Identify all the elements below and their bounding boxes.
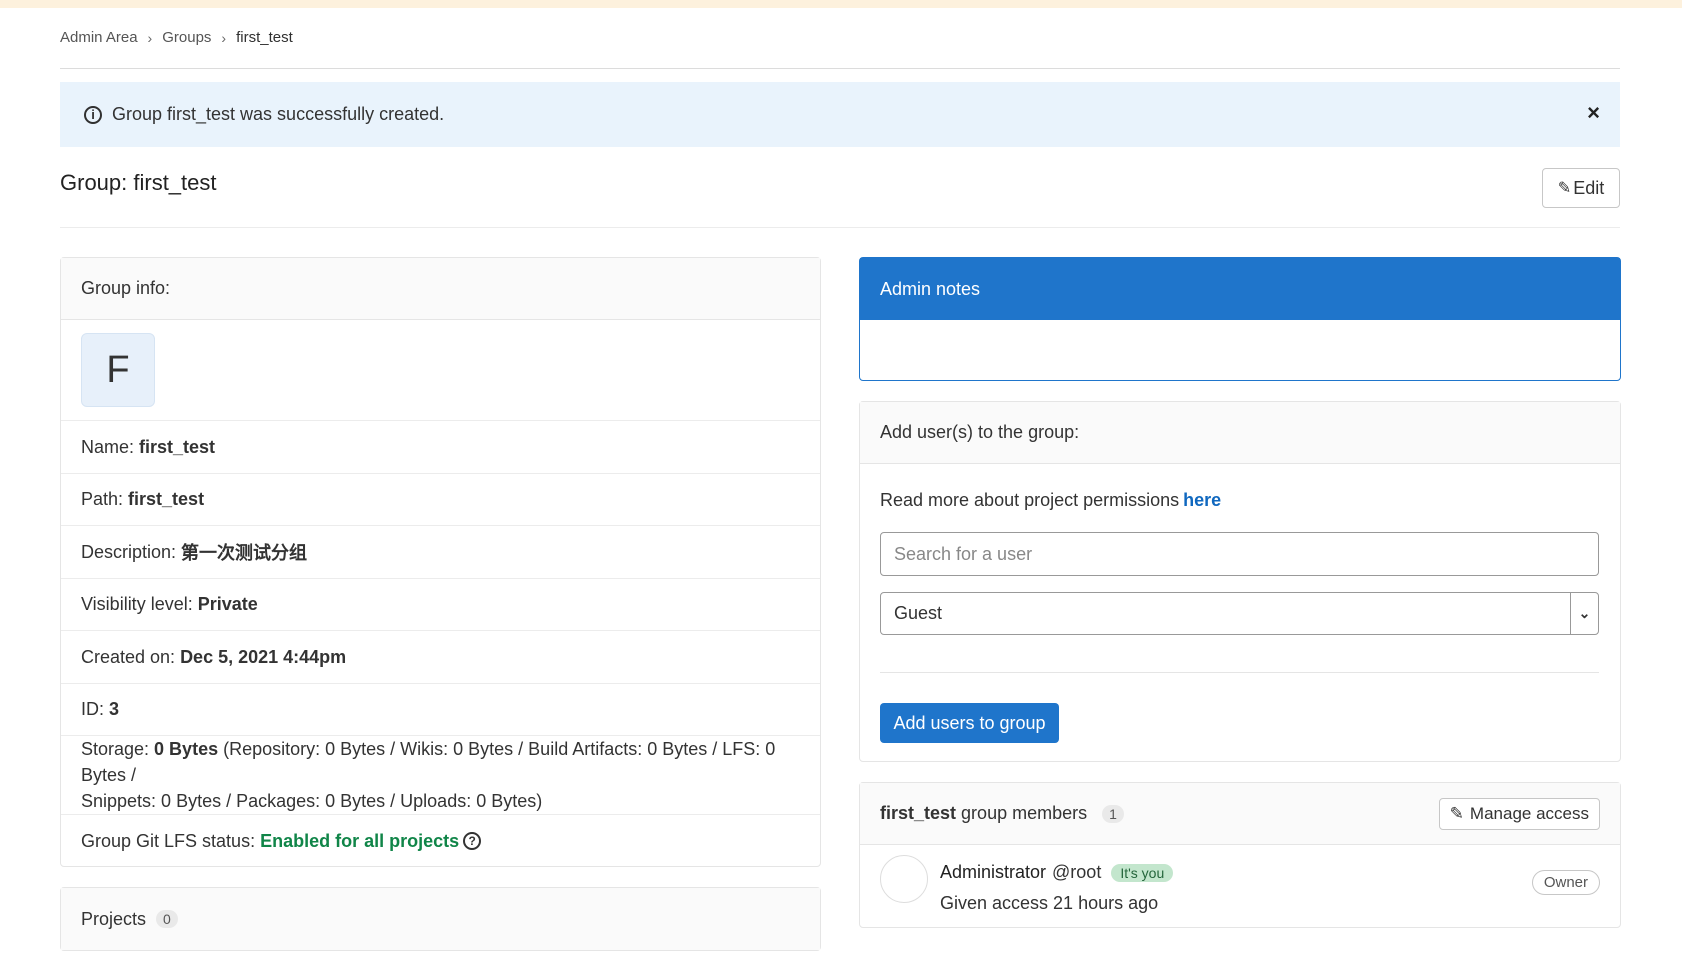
description-row: Description: 第一次测试分组 (61, 526, 820, 579)
its-you-badge: It's you (1111, 863, 1174, 882)
admin-notes-card: Admin notes (859, 257, 1621, 381)
chevron-right-icon: › (147, 29, 153, 46)
alert-message: Group first_test was successfully create… (112, 104, 445, 124)
add-users-button[interactable]: Add users to group (880, 703, 1059, 743)
path-label: Path: (81, 489, 124, 509)
member-name-line: Administrator @root It's you (940, 862, 1174, 883)
add-users-card: Add user(s) to the group: Read more abou… (859, 401, 1621, 762)
user-search-placeholder: Search for a user (894, 543, 1033, 564)
breadcrumb: Admin Area › Groups › first_test (60, 29, 293, 46)
success-alert: i Group first_test was successfully crea… (60, 82, 1620, 147)
divider (60, 68, 1620, 69)
lfs-value: Enabled for all projects (260, 830, 460, 851)
name-row: Name: first_test (61, 421, 820, 474)
storage-label: Storage: (81, 739, 150, 759)
storage-row: Storage: 0 Bytes (Repository: 0 Bytes / Wi… (61, 736, 820, 815)
edit-button-label: Edit (1573, 177, 1605, 198)
info-icon: i (84, 105, 102, 124)
lfs-row: Group Git LFS status: Enabled for all pro… (61, 815, 820, 867)
member-name[interactable]: Administrator (940, 862, 1046, 883)
visibility-row: Visibility level: Private (61, 579, 820, 631)
member-row: Administrator @root It's you Given acces… (860, 845, 1620, 929)
storage-value: 0 Bytes (154, 739, 219, 759)
members-count-badge: 1 (1102, 805, 1124, 823)
id-label: ID: (81, 699, 105, 719)
top-warning-bar (0, 0, 1682, 8)
storage-detail-continued: Snippets: 0 Bytes / Packages: 0 Bytes / … (81, 791, 543, 811)
members-header-suffix: group members (961, 803, 1088, 823)
created-label: Created on: (81, 646, 176, 667)
lfs-label: Group Git LFS status: (81, 830, 256, 851)
id-value: 3 (109, 699, 120, 719)
members-group-name: first_test (880, 803, 957, 823)
projects-card: Projects 0 (60, 887, 821, 951)
visibility-label: Visibility level: (81, 594, 193, 614)
close-icon[interactable]: × (1587, 100, 1600, 126)
group-avatar-row: F (61, 320, 820, 421)
group-info-card: Group info: F Name: first_test Path: first… (60, 257, 821, 867)
description-label: Description: (81, 541, 177, 562)
path-value: first_test (128, 489, 205, 509)
page-title: Group: first_test (60, 170, 217, 195)
edit-icon: ✎ (1449, 803, 1464, 823)
created-row: Created on: Dec 5, 2021 4:44pm (61, 631, 820, 684)
id-row: ID: 3 (61, 684, 820, 736)
role-select-value: Guest (894, 603, 943, 623)
breadcrumb-groups[interactable]: Groups (162, 29, 211, 46)
projects-label: Projects (81, 908, 147, 929)
add-users-header: Add user(s) to the group: (860, 402, 1620, 464)
projects-header: Projects 0 (61, 888, 820, 950)
chevron-right-icon: › (221, 29, 227, 46)
visibility-value: Private (197, 594, 258, 614)
permissions-link[interactable]: here (1183, 490, 1221, 510)
role-select[interactable]: Guest ⌄ (880, 592, 1599, 635)
member-access-time: Given access 21 hours ago (940, 893, 1159, 913)
divider (60, 227, 1620, 228)
avatar[interactable] (880, 855, 928, 903)
divider (880, 672, 1599, 673)
name-label: Name: (81, 436, 135, 457)
chevron-down-icon: ⌄ (1570, 593, 1598, 634)
member-username: @root (1052, 862, 1102, 882)
user-search-input[interactable]: Search for a user (880, 532, 1599, 576)
breadcrumb-current[interactable]: first_test (236, 29, 293, 46)
role-badge: Owner (1531, 870, 1600, 895)
admin-notes-header: Admin notes (860, 258, 1620, 320)
help-icon[interactable]: ? (463, 832, 482, 850)
group-avatar: F (81, 333, 155, 407)
created-value: Dec 5, 2021 4:44pm (180, 646, 347, 667)
group-info-header: Group info: (61, 258, 820, 320)
edit-icon: ✎ (1557, 180, 1572, 197)
manage-access-label: Manage access (1469, 803, 1589, 823)
manage-access-button[interactable]: ✎ Manage access (1438, 797, 1600, 830)
name-value: first_test (139, 436, 216, 457)
description-value: 第一次测试分组 (181, 543, 308, 563)
projects-count-badge: 0 (156, 910, 178, 928)
path-row: Path: first_test (61, 474, 820, 526)
permissions-text-row: Read more about project permissions here (880, 490, 1600, 511)
edit-button[interactable]: ✎ Edit (1542, 168, 1620, 208)
members-title: first_test group members 1 (880, 803, 1124, 824)
members-header: first_test group members 1 ✎ Manage acce… (860, 783, 1620, 845)
group-members-card: first_test group members 1 ✎ Manage acce… (859, 782, 1621, 928)
permissions-text: Read more about project permissions (880, 490, 1180, 510)
breadcrumb-admin-area[interactable]: Admin Area (60, 29, 138, 46)
